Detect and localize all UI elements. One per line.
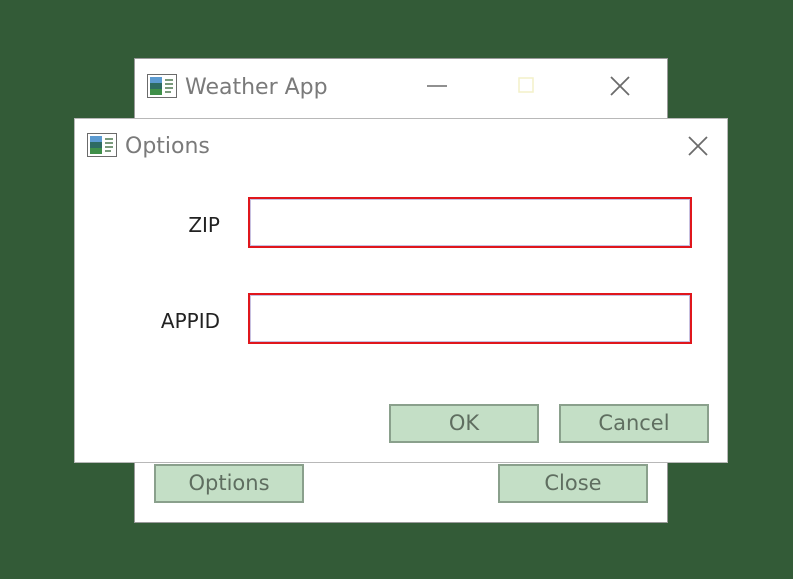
minimize-button[interactable]: [423, 71, 451, 99]
close-icon: [688, 136, 708, 156]
appid-field-wrapper: [248, 293, 692, 344]
ok-button[interactable]: OK: [389, 404, 539, 443]
app-icon: [87, 133, 117, 157]
main-close-button[interactable]: [605, 71, 635, 101]
options-button[interactable]: Options: [154, 464, 304, 503]
maximize-button[interactable]: [513, 71, 541, 99]
zip-field-wrapper: [248, 197, 692, 248]
main-window-title: Weather App: [185, 75, 328, 100]
appid-label: APPID: [160, 309, 220, 333]
app-icon: [147, 74, 177, 98]
minimize-icon: [427, 85, 447, 87]
cancel-button[interactable]: Cancel: [559, 404, 709, 443]
dialog-titlebar[interactable]: Options: [75, 119, 727, 175]
options-dialog: Options ZIP APPID OK Cancel: [74, 118, 728, 463]
main-titlebar[interactable]: Weather App: [135, 59, 667, 117]
maximize-icon: [518, 77, 534, 93]
dialog-title: Options: [125, 134, 210, 159]
appid-input[interactable]: [248, 293, 692, 344]
zip-input[interactable]: [248, 197, 692, 248]
close-icon: [610, 76, 630, 96]
close-button[interactable]: Close: [498, 464, 648, 503]
zip-label: ZIP: [188, 213, 220, 237]
dialog-close-button[interactable]: [683, 131, 713, 161]
